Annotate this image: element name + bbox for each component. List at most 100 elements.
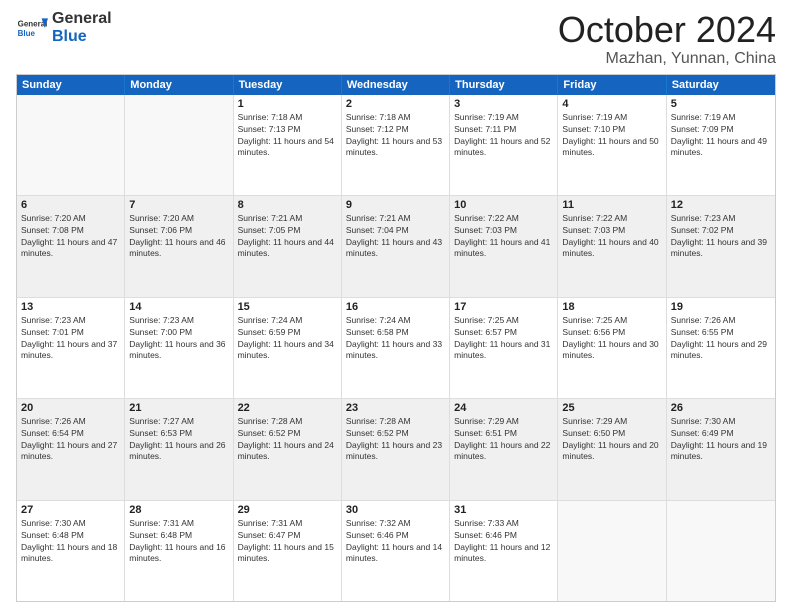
day-number: 11 <box>562 199 661 211</box>
daylight-text: Daylight: 11 hours and 37 minutes. <box>21 339 120 361</box>
calendar-header-cell: Monday <box>125 75 233 95</box>
calendar-cell: 16Sunrise: 7:24 AMSunset: 6:58 PMDayligh… <box>342 298 450 398</box>
sunrise-text: Sunrise: 7:21 AM <box>346 213 445 224</box>
sunset-text: Sunset: 6:59 PM <box>238 327 337 338</box>
calendar-cell: 5Sunrise: 7:19 AMSunset: 7:09 PMDaylight… <box>667 95 775 195</box>
day-number: 4 <box>562 98 661 110</box>
sunset-text: Sunset: 7:03 PM <box>562 225 661 236</box>
page: General Blue General Blue October 2024 M… <box>0 0 792 612</box>
calendar-cell: 12Sunrise: 7:23 AMSunset: 7:02 PMDayligh… <box>667 196 775 296</box>
calendar-cell: 23Sunrise: 7:28 AMSunset: 6:52 PMDayligh… <box>342 399 450 499</box>
calendar-header-cell: Friday <box>558 75 666 95</box>
daylight-text: Daylight: 11 hours and 33 minutes. <box>346 339 445 361</box>
calendar-cell <box>125 95 233 195</box>
logo: General Blue General Blue <box>16 10 112 45</box>
day-number: 2 <box>346 98 445 110</box>
calendar-cell: 28Sunrise: 7:31 AMSunset: 6:48 PMDayligh… <box>125 501 233 601</box>
sunset-text: Sunset: 6:46 PM <box>346 530 445 541</box>
calendar-cell: 30 Sunrise: 7:32 AMSunset: 6:46 PMDayligh… <box>342 501 450 601</box>
sunrise-text: Sunrise: 7:25 AM <box>562 315 661 326</box>
sunset-text: Sunset: 6:56 PM <box>562 327 661 338</box>
calendar-cell: 17Sunrise: 7:25 AMSunset: 6:57 PMDayligh… <box>450 298 558 398</box>
calendar-cell: 10Sunrise: 7:22 AMSunset: 7:03 PMDayligh… <box>450 196 558 296</box>
calendar-cell: 22Sunrise: 7:28 AMSunset: 6:52 PMDayligh… <box>234 399 342 499</box>
sunset-text: Sunset: 6:54 PM <box>21 428 120 439</box>
daylight-text: Daylight: 11 hours and 40 minutes. <box>562 237 661 259</box>
sunset-text: Sunset: 7:03 PM <box>454 225 553 236</box>
calendar-body: 1Sunrise: 7:18 AMSunset: 7:13 PMDaylight… <box>17 95 775 601</box>
daylight-text: Daylight: 11 hours and 44 minutes. <box>238 237 337 259</box>
sunset-text: Sunset: 6:58 PM <box>346 327 445 338</box>
calendar-row: 6Sunrise: 7:20 AMSunset: 7:08 PMDaylight… <box>17 195 775 296</box>
logo-general: General <box>52 10 112 28</box>
daylight-text: Daylight: 11 hours and 19 minutes. <box>671 440 771 462</box>
sunrise-text: Sunrise: 7:21 AM <box>238 213 337 224</box>
sunset-text: Sunset: 6:57 PM <box>454 327 553 338</box>
sunrise-text: Sunrise: 7:19 AM <box>671 112 771 123</box>
sunset-text: Sunset: 7:01 PM <box>21 327 120 338</box>
calendar-header-cell: Wednesday <box>342 75 450 95</box>
day-number: 12 <box>671 199 771 211</box>
sunset-text: Sunset: 7:02 PM <box>671 225 771 236</box>
calendar-cell: 13 Sunrise: 7:23 AMSunset: 7:01 PMDayligh… <box>17 298 125 398</box>
daylight-text: Daylight: 11 hours and 49 minutes. <box>671 136 771 158</box>
daylight-text: Daylight: 11 hours and 41 minutes. <box>454 237 553 259</box>
day-number: 30 <box>346 504 445 516</box>
calendar-cell: 4Sunrise: 7:19 AMSunset: 7:10 PMDaylight… <box>558 95 666 195</box>
sunset-text: Sunset: 7:12 PM <box>346 124 445 135</box>
day-number: 3 <box>454 98 553 110</box>
day-number: 17 <box>454 301 553 313</box>
sunrise-text: Sunrise: 7:29 AM <box>562 416 661 427</box>
sunrise-text: Sunrise: 7:19 AM <box>562 112 661 123</box>
sunset-text: Sunset: 6:48 PM <box>129 530 228 541</box>
day-number: 7 <box>129 199 228 211</box>
logo-icon: General Blue <box>16 12 48 44</box>
calendar-cell: 20Sunrise: 7:26 AMSunset: 6:54 PMDayligh… <box>17 399 125 499</box>
sunrise-text: Sunrise: 7:20 AM <box>21 213 120 224</box>
sunrise-text: Sunrise: 7:22 AM <box>562 213 661 224</box>
day-number: 31 <box>454 504 553 516</box>
day-number: 29 <box>238 504 337 516</box>
sunrise-text: Sunrise: 7:23 AM <box>21 315 120 326</box>
calendar-cell: 9Sunrise: 7:21 AMSunset: 7:04 PMDaylight… <box>342 196 450 296</box>
header: General Blue General Blue October 2024 M… <box>16 10 776 68</box>
calendar-cell: 6 Sunrise: 7:20 AMSunset: 7:08 PMDaylight… <box>17 196 125 296</box>
calendar-cell: 19Sunrise: 7:26 AMSunset: 6:55 PMDayligh… <box>667 298 775 398</box>
daylight-text: Daylight: 11 hours and 53 minutes. <box>346 136 445 158</box>
calendar-cell: 26Sunrise: 7:30 AMSunset: 6:49 PMDayligh… <box>667 399 775 499</box>
sunrise-text: Sunrise: 7:22 AM <box>454 213 553 224</box>
sunset-text: Sunset: 6:52 PM <box>346 428 445 439</box>
daylight-text: Daylight: 11 hours and 31 minutes. <box>454 339 553 361</box>
location: Mazhan, Yunnan, China <box>558 50 776 68</box>
calendar-row: 27Sunrise: 7:30 AMSunset: 6:48 PMDayligh… <box>17 500 775 601</box>
calendar-cell: 25Sunrise: 7:29 AMSunset: 6:50 PMDayligh… <box>558 399 666 499</box>
sunrise-text: Sunrise: 7:27 AM <box>129 416 228 427</box>
svg-text:Blue: Blue <box>18 29 36 38</box>
day-number: 23 <box>346 402 445 414</box>
sunrise-text: Sunrise: 7:23 AM <box>671 213 771 224</box>
daylight-text: Daylight: 11 hours and 14 minutes. <box>346 542 445 564</box>
sunset-text: Sunset: 7:00 PM <box>129 327 228 338</box>
daylight-text: Daylight: 11 hours and 15 minutes. <box>238 542 337 564</box>
day-number: 8 <box>238 199 337 211</box>
sunset-text: Sunset: 6:49 PM <box>671 428 771 439</box>
daylight-text: Daylight: 11 hours and 52 minutes. <box>454 136 553 158</box>
sunrise-text: Sunrise: 7:23 AM <box>129 315 228 326</box>
day-number: 6 <box>21 199 120 211</box>
daylight-text: Daylight: 11 hours and 29 minutes. <box>671 339 771 361</box>
day-number: 13 <box>21 301 120 313</box>
logo-blue: Blue <box>52 28 112 46</box>
sunrise-text: Sunrise: 7:32 AM <box>346 518 445 529</box>
sunrise-text: Sunrise: 7:29 AM <box>454 416 553 427</box>
calendar-row: 20Sunrise: 7:26 AMSunset: 6:54 PMDayligh… <box>17 398 775 499</box>
daylight-text: Daylight: 11 hours and 18 minutes. <box>21 542 120 564</box>
sunrise-text: Sunrise: 7:26 AM <box>671 315 771 326</box>
sunrise-text: Sunrise: 7:28 AM <box>346 416 445 427</box>
sunset-text: Sunset: 7:08 PM <box>21 225 120 236</box>
daylight-text: Daylight: 11 hours and 47 minutes. <box>21 237 120 259</box>
daylight-text: Daylight: 11 hours and 43 minutes. <box>346 237 445 259</box>
calendar-header: SundayMondayTuesdayWednesdayThursdayFrid… <box>17 75 775 95</box>
sunrise-text: Sunrise: 7:31 AM <box>129 518 228 529</box>
sunset-text: Sunset: 7:13 PM <box>238 124 337 135</box>
calendar-header-cell: Sunday <box>17 75 125 95</box>
